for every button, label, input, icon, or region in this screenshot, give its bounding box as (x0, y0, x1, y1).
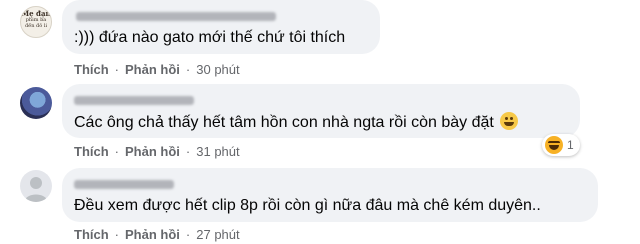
comment-actions: Thích · Phản hồi · 27 phút (74, 227, 240, 242)
separator: · (114, 144, 120, 159)
comment-1: Mẹ đạn phim ba đến đỏ li :))) đứa nào ga… (0, 0, 640, 80)
like-button[interactable]: Thích (74, 144, 109, 159)
author-name-redacted[interactable] (74, 176, 586, 192)
comment-text: :))) đứa nào gato mới thế chứ tôi thích (74, 29, 346, 46)
comment-bubble: Đều xem được hết clip 8p rồi còn gì nữa … (62, 168, 598, 222)
comment-actions: Thích · Phản hồi · 30 phút (74, 62, 240, 77)
avatar[interactable] (20, 87, 52, 119)
avatar-text: đến đỏ li (24, 23, 48, 29)
separator: · (185, 227, 191, 242)
reply-button[interactable]: Phản hồi (125, 62, 180, 77)
author-name-redacted[interactable] (74, 92, 568, 108)
comment-text: Đều xem được hết clip 8p rồi còn gì nữa … (74, 197, 541, 214)
comment-text-content: Các ông chả thấy hết tâm hồn con nhà ngt… (74, 114, 494, 131)
author-name-redacted[interactable] (74, 8, 368, 24)
separator: · (185, 144, 191, 159)
timestamp[interactable]: 30 phút (196, 62, 239, 77)
reaction-badge[interactable]: 1 (542, 134, 580, 156)
reply-button[interactable]: Phản hồi (125, 227, 180, 242)
comment-3: Đều xem được hết clip 8p rồi còn gì nữa … (0, 164, 640, 244)
default-user-icon (24, 177, 48, 202)
avatar-text: Mẹ đạn (21, 9, 51, 18)
like-button[interactable]: Thích (74, 62, 109, 77)
grinning-face-icon (499, 112, 518, 130)
comment-text: Các ông chả thấy hết tâm hồn con nhà ngt… (74, 112, 568, 133)
like-button[interactable]: Thích (74, 227, 109, 242)
comment-2: Các ông chả thấy hết tâm hồn con nhà ngt… (0, 80, 640, 164)
avatar[interactable] (20, 170, 52, 202)
separator: · (114, 62, 120, 77)
comment-bubble: :))) đứa nào gato mới thế chứ tôi thích (62, 0, 380, 54)
reply-button[interactable]: Phản hồi (125, 144, 180, 159)
timestamp[interactable]: 31 phút (196, 144, 239, 159)
haha-reaction-icon (545, 136, 563, 154)
separator: · (185, 62, 191, 77)
timestamp[interactable]: 27 phút (196, 227, 239, 242)
comment-actions: Thích · Phản hồi · 31 phút (74, 144, 240, 159)
separator: · (114, 227, 120, 242)
reaction-count: 1 (567, 138, 574, 152)
avatar[interactable]: Mẹ đạn phim ba đến đỏ li (20, 6, 52, 38)
comment-bubble: Các ông chả thấy hết tâm hồn con nhà ngt… (62, 84, 580, 138)
